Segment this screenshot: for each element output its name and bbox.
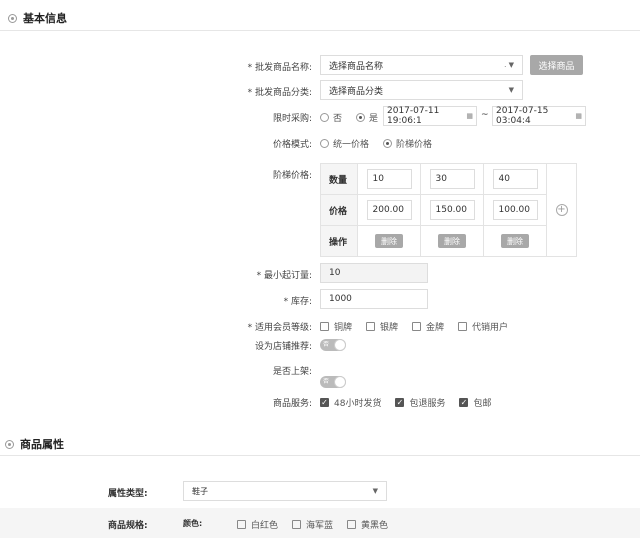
section-bullet-icon — [8, 13, 17, 23]
member-checkbox[interactable]: 银牌 — [366, 320, 398, 333]
price-input[interactable]: 200.00 — [366, 200, 412, 220]
qty-input[interactable]: 10 — [366, 169, 412, 189]
divider — [0, 30, 640, 31]
min-order-label: * 最小起订量: — [256, 271, 312, 281]
calendar-icon: ▦ — [466, 112, 473, 120]
onshelf-toggle[interactable]: 否 — [320, 376, 346, 388]
qty-input[interactable]: 40 — [492, 169, 538, 189]
section-attrs-header: 商品属性 — [5, 436, 64, 452]
delete-tier-button[interactable]: 删除 — [501, 234, 529, 248]
chevron-down-icon: . ▼ — [504, 61, 514, 69]
end-time-input[interactable]: 2017-07-15 03:04:4 ▦ — [492, 106, 586, 126]
section-bullet-icon — [5, 439, 14, 449]
select-product-button[interactable]: 选择商品 — [530, 55, 583, 75]
price-mode-unified[interactable]: 统一价格 — [320, 137, 369, 150]
stock-label: * 库存: — [283, 297, 312, 307]
limit-radio-no[interactable]: 否 — [320, 111, 342, 124]
recommend-toggle[interactable]: 否 — [320, 339, 346, 351]
service-checkbox[interactable]: ✓ 包邮 — [459, 396, 491, 409]
price-mode-tiered[interactable]: 阶梯价格 — [383, 137, 432, 150]
price-mode-label: 价格模式: — [272, 140, 312, 150]
section-basic-header: 基本信息 — [8, 10, 67, 26]
tier-price-table: 数量 10 30 40 + 价格 200.00 150.00 100.00 操作… — [320, 163, 577, 257]
divider — [0, 455, 640, 456]
service-checkbox[interactable]: ✓ 48小时发货 — [320, 396, 381, 409]
onshelf-label: 是否上架: — [272, 367, 312, 377]
category-select[interactable]: 选择商品分类 ▼ — [320, 80, 523, 100]
recommend-label: 设为店铺推荐: — [254, 342, 312, 352]
color-checkbox[interactable]: 海军蓝 — [292, 518, 333, 531]
delete-tier-button[interactable]: 删除 — [438, 234, 466, 248]
start-time-input[interactable]: 2017-07-11 19:06:1 ▦ — [383, 106, 477, 126]
service-checkbox[interactable]: ✓ 包退服务 — [395, 396, 445, 409]
qty-input[interactable]: 30 — [429, 169, 475, 189]
spec-label: 商品规格: — [108, 521, 148, 531]
category-label: * 批发商品分类: — [247, 88, 312, 98]
member-checkbox[interactable]: 代销用户 — [458, 320, 508, 333]
name-label: * 批发商品名称: — [247, 63, 312, 73]
service-label: 商品服务: — [272, 399, 312, 409]
check-icon: ✓ — [459, 398, 469, 407]
delete-tier-button[interactable]: 删除 — [375, 234, 403, 248]
tier-label: 阶梯价格: — [272, 171, 312, 181]
calendar-icon: ▦ — [575, 112, 582, 120]
chevron-down-icon: ▼ — [372, 487, 378, 495]
limit-label: 限时采购: — [272, 114, 312, 124]
limit-radio-yes[interactable]: 是 — [356, 111, 378, 124]
chevron-down-icon: ▼ — [508, 86, 514, 94]
member-label: * 适用会员等级: — [247, 323, 312, 333]
member-checkbox[interactable]: 铜牌 — [320, 320, 352, 333]
product-name-select[interactable]: 选择商品名称. ▼ — [320, 55, 523, 75]
member-checkbox[interactable]: 金牌 — [412, 320, 444, 333]
price-input[interactable]: 150.00 — [429, 200, 475, 220]
stock-input[interactable]: 1000 — [320, 289, 428, 309]
check-icon: ✓ — [320, 398, 329, 407]
color-checkbox[interactable]: 黄黑色 — [347, 518, 388, 531]
color-checkbox[interactable]: 白红色 — [237, 518, 278, 531]
add-tier-icon[interactable]: + — [555, 204, 568, 216]
color-label: 颜色: — [183, 519, 203, 528]
attr-type-label: 属性类型: — [108, 489, 148, 499]
min-order-input[interactable]: 10 — [320, 263, 428, 283]
attr-type-select[interactable]: 鞋子 ▼ — [183, 481, 387, 501]
price-input[interactable]: 100.00 — [492, 200, 538, 220]
range-separator: ~ — [481, 110, 489, 120]
check-icon: ✓ — [395, 398, 405, 407]
